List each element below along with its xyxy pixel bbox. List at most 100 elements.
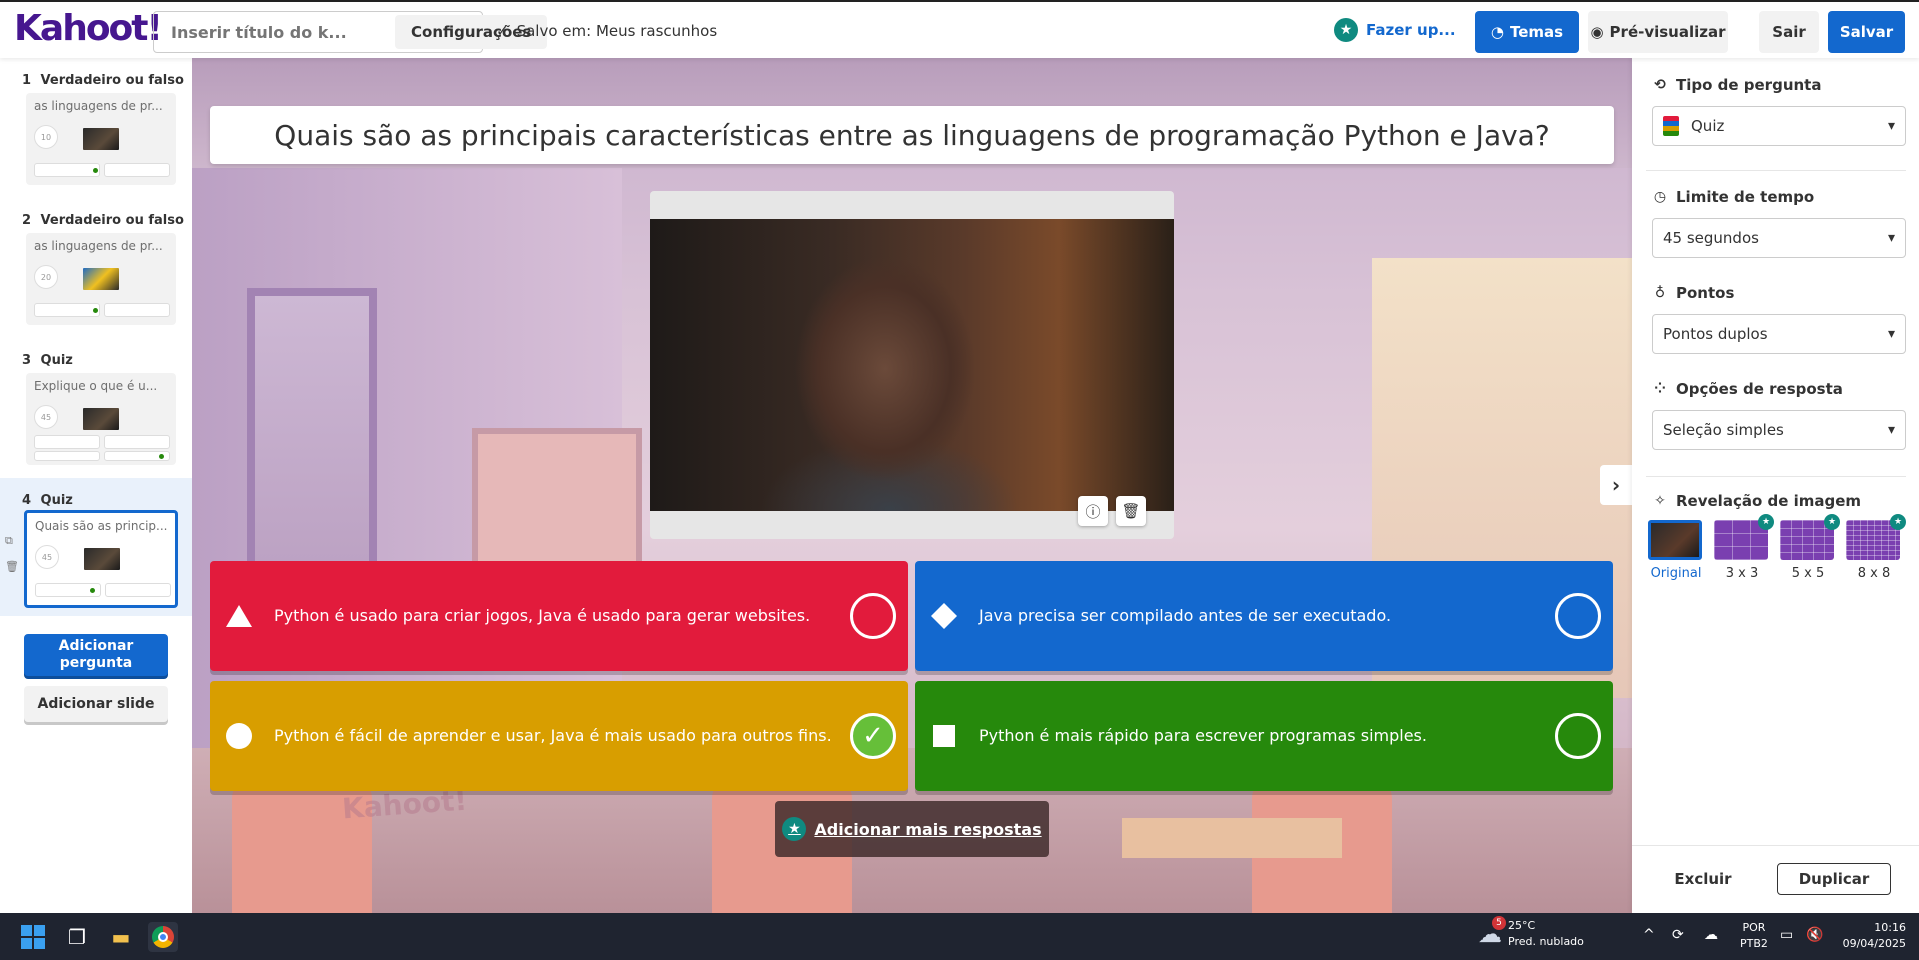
reveal-option-label: 8 x 8: [1857, 566, 1891, 581]
question-title-input[interactable]: Quais são as principais características …: [210, 106, 1614, 164]
language-indicator[interactable]: POR PTB2: [1740, 920, 1768, 952]
slide-timer: 45: [34, 405, 58, 429]
weather-badge: 5: [1492, 916, 1506, 930]
reveal-option-3x3[interactable]: ★ 3 x 3: [1714, 514, 1774, 581]
answer-options-select[interactable]: Seleção simples ▾: [1652, 410, 1906, 450]
answer-text[interactable]: Python é fácil de aprender e usar, Java …: [274, 726, 834, 746]
add-slide-button[interactable]: Adicionar slide: [24, 686, 168, 722]
answer-text[interactable]: Python é mais rápido para escrever progr…: [979, 726, 1539, 746]
keyboard-layout: PTB2: [1740, 937, 1768, 950]
slide-item[interactable]: 3 Quiz Explique o que é u... 45: [0, 338, 192, 478]
delete-button[interactable]: Excluir: [1662, 863, 1744, 895]
reveal-option-original[interactable]: Original: [1648, 520, 1704, 581]
check-icon: ✓: [862, 721, 884, 751]
star-icon: ★: [1890, 514, 1906, 530]
themes-label: Temas: [1510, 23, 1564, 41]
points-label: ♁ Pontos: [1652, 284, 1902, 302]
system-clock[interactable]: 10:16 09/04/2025: [1836, 920, 1906, 952]
trash-icon[interactable]: 🗑: [1116, 496, 1146, 526]
slides-sidebar: 1 Verdadeiro ou falso as linguagens de p…: [0, 58, 192, 913]
image-reveal-section: ✧ Revelação de imagem: [1652, 492, 1902, 510]
slide-number: 4: [22, 493, 32, 508]
slide-thumbnail[interactable]: as linguagens de pr... 20: [26, 233, 176, 325]
slide-image-thumb: [83, 268, 119, 290]
kahoot-logo[interactable]: Kahoot!: [14, 8, 163, 49]
weather-widget[interactable]: ☁ 5 25°C Pred. nublado: [1478, 916, 1584, 950]
slide-number: 2: [22, 213, 32, 228]
answer-option-1[interactable]: Python é usado para criar jogos, Java é …: [210, 561, 908, 671]
duplicate-slide-icon[interactable]: ⧉: [5, 534, 13, 548]
themes-button[interactable]: ◔ Temas: [1475, 11, 1579, 53]
question-type-select[interactable]: Quiz ▾: [1652, 106, 1906, 146]
answer-option-4[interactable]: Python é mais rápido para escrever progr…: [915, 681, 1613, 791]
star-icon: ★: [1758, 514, 1774, 530]
save-status-text: Salvo em: Meus rascunhos: [516, 22, 718, 40]
slide-timer: 20: [34, 265, 58, 289]
time-limit-section: ◷ Limite de tempo 45 segundos ▾: [1652, 188, 1906, 258]
chevron-right-icon[interactable]: ›: [1600, 465, 1632, 505]
slide-answer-preview: [104, 163, 170, 177]
settings-panel: ⟲ Tipo de pergunta Quiz ▾ ◷ Limite de te…: [1632, 58, 1919, 913]
medal-icon: ♁: [1654, 285, 1666, 301]
sync-icon[interactable]: ⟳: [1672, 927, 1684, 943]
delete-slide-icon[interactable]: 🗑: [5, 560, 19, 573]
slide-header: 3 Quiz: [22, 353, 73, 368]
task-view-icon[interactable]: ❐: [62, 922, 92, 952]
slide-item-active[interactable]: 4 Quiz ⧉ 🗑 Quais são as princip... 45: [0, 478, 192, 616]
onedrive-cloud-icon[interactable]: ☁: [1704, 927, 1718, 943]
speaker-muted-icon[interactable]: 🔇: [1806, 927, 1823, 943]
kahoot-title-input[interactable]: [157, 15, 395, 49]
answer-options-label-text: Opções de resposta: [1676, 380, 1843, 398]
points-value: Pontos duplos: [1663, 325, 1768, 343]
windows-start-icon[interactable]: [18, 922, 48, 952]
slide-answer-preview: [104, 435, 170, 449]
slide-item[interactable]: 1 Verdadeiro ou falso as linguagens de p…: [0, 58, 192, 198]
add-question-button[interactable]: Adicionar pergunta: [24, 634, 168, 676]
answer-option-2[interactable]: Java precisa ser compilado antes de ser …: [915, 561, 1613, 671]
preview-button[interactable]: ◉ Pré-visualizar: [1588, 11, 1728, 53]
points-label-text: Pontos: [1676, 284, 1735, 302]
quiz-icon: [1663, 116, 1679, 136]
info-icon[interactable]: ⓘ: [1078, 496, 1108, 526]
file-explorer-icon[interactable]: ▬: [106, 922, 136, 952]
chevron-down-icon: ▾: [1887, 422, 1895, 438]
reveal-option-label: 5 x 5: [1791, 566, 1825, 581]
slide-number: 1: [22, 73, 32, 88]
slide-image-thumb: [84, 548, 120, 570]
slide-header: 4 Quiz: [22, 493, 73, 508]
slide-answer-preview: [105, 583, 171, 597]
chevron-down-icon: ▾: [1887, 326, 1895, 342]
answer-text[interactable]: Python é usado para criar jogos, Java é …: [274, 606, 834, 626]
answer-text[interactable]: Java precisa ser compilado antes de ser …: [979, 606, 1539, 626]
cloud-icon: ☁ 5: [1478, 916, 1506, 948]
time-limit-select[interactable]: 45 segundos ▾: [1652, 218, 1906, 258]
correct-answer-toggle[interactable]: [1555, 713, 1601, 759]
temperature: 25°C: [1508, 919, 1536, 932]
square-icon: [929, 721, 959, 751]
reveal-option-5x5[interactable]: ★ 5 x 5: [1780, 514, 1840, 581]
points-select[interactable]: Pontos duplos ▾: [1652, 314, 1906, 354]
slide-item[interactable]: 2 Verdadeiro ou falso as linguagens de p…: [0, 198, 192, 338]
correct-answer-toggle[interactable]: [850, 593, 896, 639]
save-button[interactable]: Salvar: [1828, 11, 1905, 53]
duplicate-button[interactable]: Duplicar: [1777, 863, 1891, 895]
divider: [1646, 476, 1906, 477]
correct-answer-toggle-checked[interactable]: ✓: [850, 713, 896, 759]
chevron-down-icon: ▾: [1887, 118, 1895, 134]
display-icon[interactable]: ▭: [1780, 927, 1793, 943]
media-container[interactable]: ⓘ 🗑: [650, 191, 1174, 539]
points-section: ♁ Pontos Pontos duplos ▾: [1652, 284, 1906, 354]
reveal-option-label: 3 x 3: [1725, 566, 1759, 581]
answer-option-3[interactable]: Python é fácil de aprender e usar, Java …: [210, 681, 908, 791]
slide-number: 3: [22, 353, 32, 368]
slide-thumbnail[interactable]: as linguagens de pr... 10: [26, 93, 176, 185]
slide-thumbnail[interactable]: Quais são as princip... 45: [24, 510, 178, 608]
reveal-option-8x8[interactable]: ★ 8 x 8: [1846, 514, 1906, 581]
exit-button[interactable]: Sair: [1759, 11, 1819, 53]
upgrade-link[interactable]: ★ Fazer up...: [1334, 18, 1456, 42]
chrome-icon[interactable]: [148, 922, 178, 952]
chevron-up-icon[interactable]: ^: [1643, 927, 1655, 943]
add-more-answers-button[interactable]: ★ Adicionar mais respostas: [775, 801, 1049, 857]
correct-answer-toggle[interactable]: [1555, 593, 1601, 639]
slide-thumbnail[interactable]: Explique o que é u... 45: [26, 373, 176, 465]
